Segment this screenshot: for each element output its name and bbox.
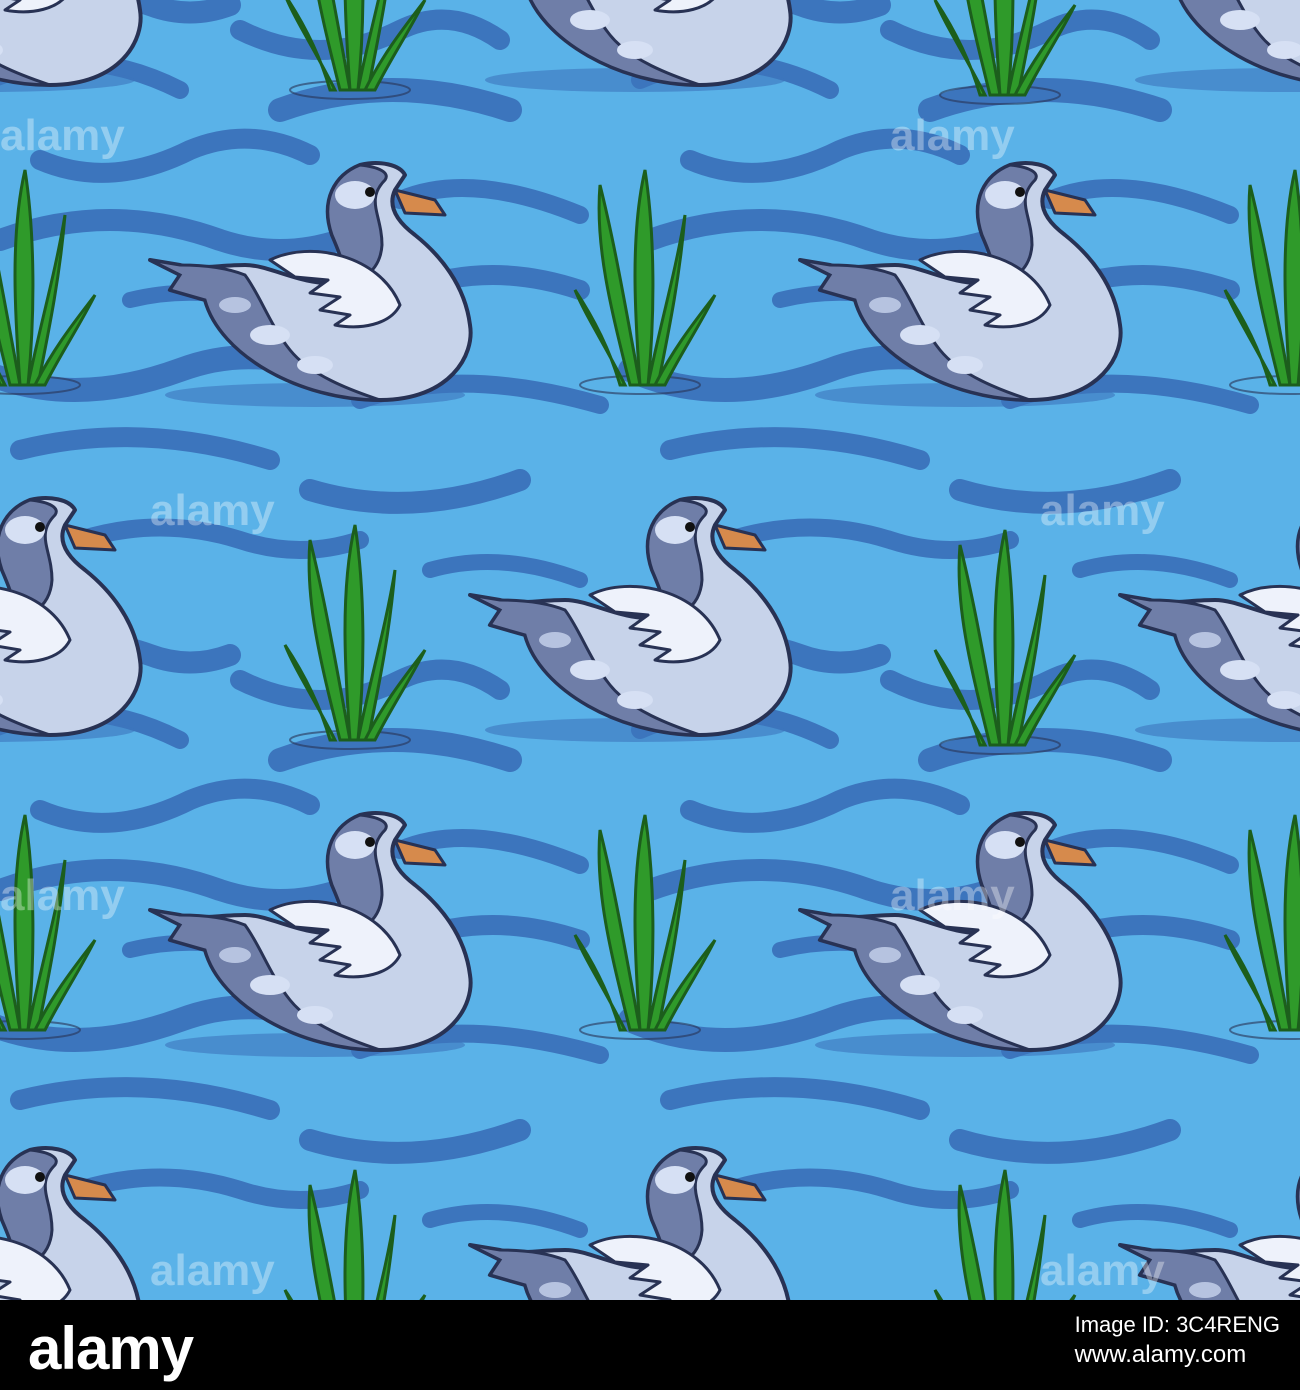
- watermark: alamy: [150, 1246, 275, 1295]
- stock-footer: alamy Image ID: 3C4RENG www.alamy.com: [0, 1300, 1300, 1390]
- watermark: alamy: [1040, 486, 1165, 535]
- brand-logo: alamy: [28, 1315, 194, 1382]
- watermark: alamy: [150, 486, 275, 535]
- watermark: alamy: [890, 111, 1015, 160]
- site-url: www.alamy.com: [1074, 1341, 1247, 1368]
- image-info: Image ID: 3C4RENG www.alamy.com: [1075, 1310, 1280, 1370]
- watermark: alamy: [1040, 1246, 1165, 1295]
- image-id: Image ID: 3C4RENG: [1074, 1312, 1280, 1337]
- swan: [0, 0, 143, 94]
- watermark: alamy: [890, 871, 1015, 920]
- watermark: alamy: [0, 871, 125, 920]
- watermark: alamy: [0, 111, 125, 160]
- pattern-artwork: alamy alamy alamy alamy alamy alamy alam…: [0, 0, 1300, 1300]
